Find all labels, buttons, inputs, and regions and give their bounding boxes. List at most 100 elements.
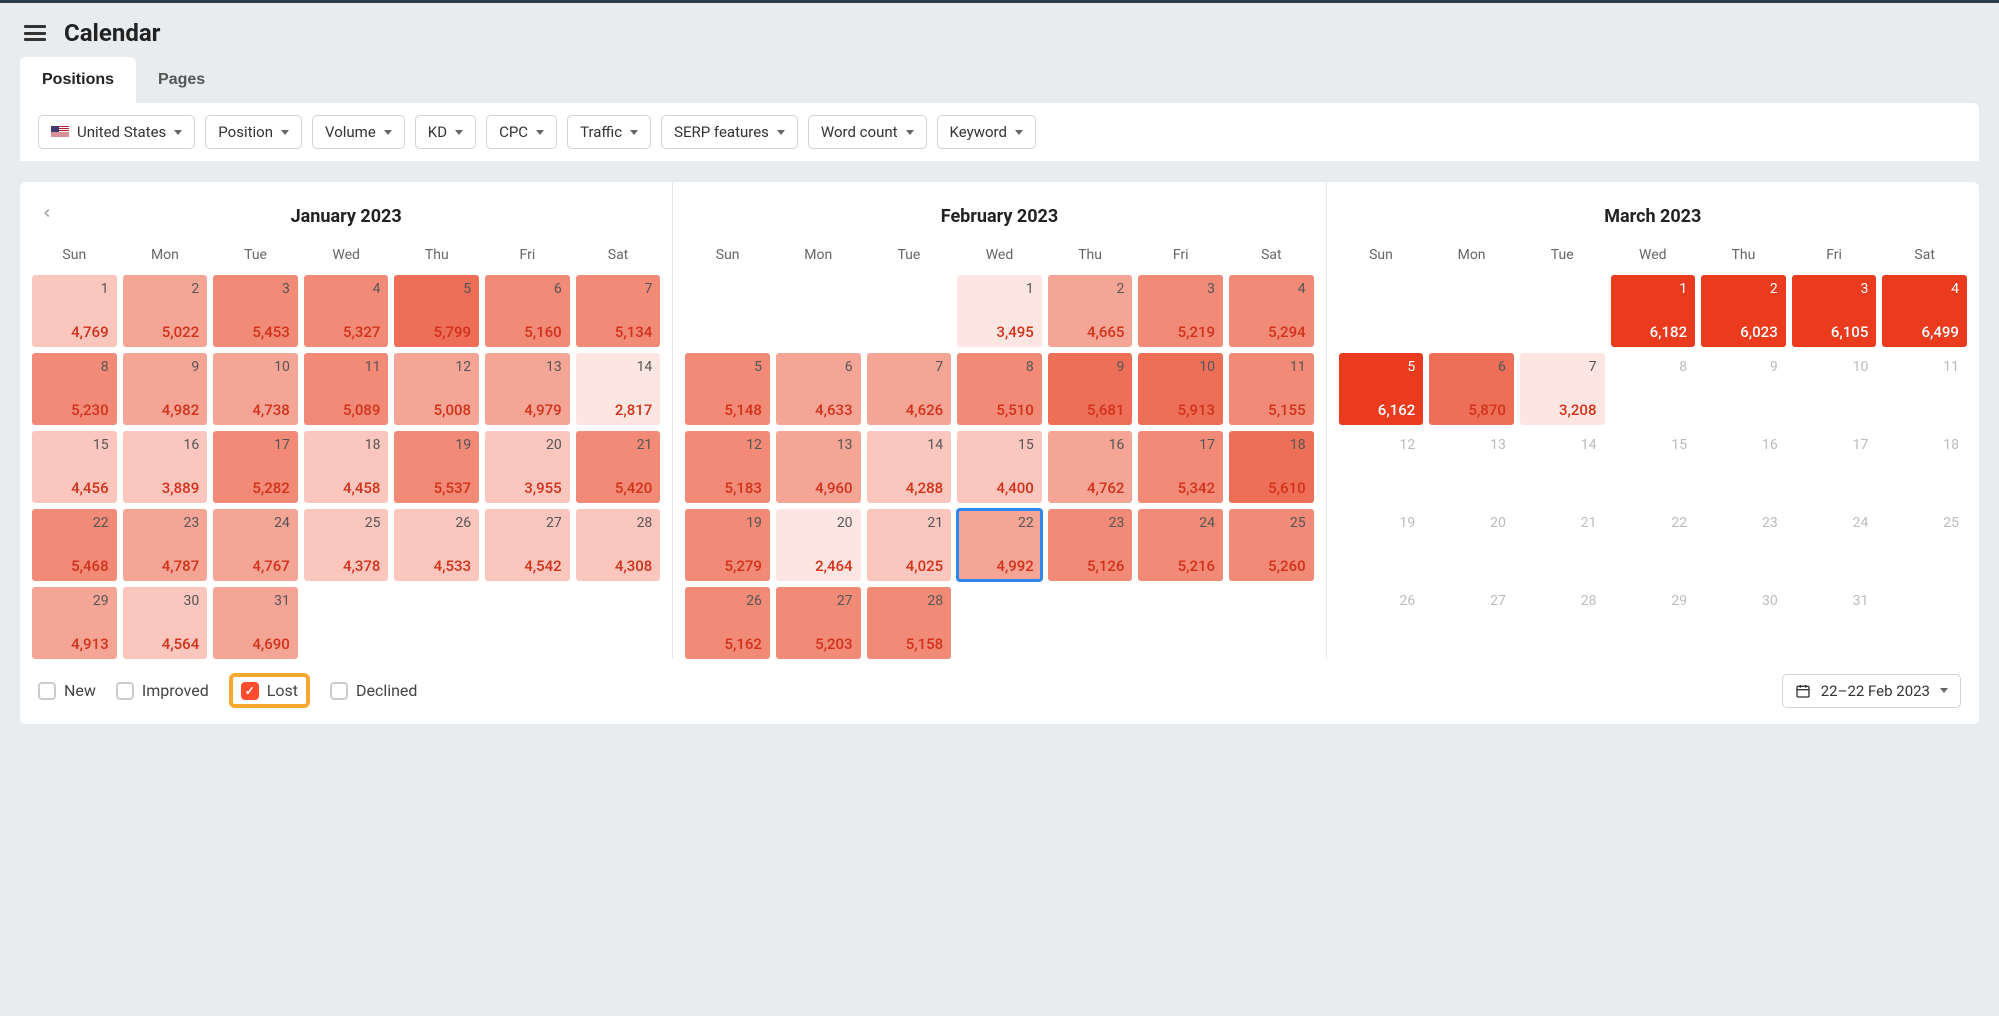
filter-position[interactable]: Position (205, 115, 302, 149)
filter-traffic[interactable]: Traffic (567, 115, 651, 149)
day-value: 4,626 (906, 401, 943, 419)
calendar-cell[interactable]: 265,162 (685, 587, 770, 659)
calendar-cell[interactable]: 45,294 (1229, 275, 1314, 347)
calendar-cell[interactable]: 274,542 (485, 509, 570, 581)
calendar-cell[interactable]: 56,162 (1339, 353, 1424, 425)
calendar-cell[interactable]: 175,282 (213, 431, 298, 503)
calendar-cell[interactable]: 75,134 (576, 275, 661, 347)
filter-country[interactable]: United States (38, 115, 195, 149)
calendar-cell[interactable]: 16,182 (1611, 275, 1696, 347)
calendar-cell[interactable]: 202,464 (776, 509, 861, 581)
calendar-cell[interactable]: 46,499 (1882, 275, 1967, 347)
calendar-cell[interactable]: 125,183 (685, 431, 770, 503)
calendar-cell[interactable]: 45,327 (304, 275, 389, 347)
calendar-cell[interactable]: 65,160 (485, 275, 570, 347)
day-value: 5,420 (615, 479, 652, 497)
calendar-cell[interactable]: 284,308 (576, 509, 661, 581)
calendar-cell[interactable]: 235,126 (1048, 509, 1133, 581)
calendar-cell[interactable]: 26,023 (1701, 275, 1786, 347)
checkbox[interactable] (116, 682, 134, 700)
filter-keyword[interactable]: Keyword (937, 115, 1036, 149)
calendar-cell[interactable]: 105,913 (1138, 353, 1223, 425)
day-number: 4 (1951, 281, 1959, 297)
calendar-cell[interactable]: 245,216 (1138, 509, 1223, 581)
calendar-cell[interactable]: 125,008 (394, 353, 479, 425)
calendar-cell[interactable]: 115,155 (1229, 353, 1314, 425)
calendar-cell[interactable]: 195,537 (394, 431, 479, 503)
filter-label: United States (77, 123, 166, 141)
calendar-cell[interactable]: 85,230 (32, 353, 117, 425)
legend-declined[interactable]: Declined (330, 681, 417, 700)
calendar-cell[interactable]: 64,633 (776, 353, 861, 425)
calendar-cell[interactable]: 275,203 (776, 587, 861, 659)
calendar-cell-empty (1429, 275, 1514, 347)
calendar-cell[interactable]: 74,626 (867, 353, 952, 425)
tab-positions[interactable]: Positions (20, 57, 136, 103)
calendar-cell[interactable]: 13,495 (957, 275, 1042, 347)
calendar-cell[interactable]: 14,769 (32, 275, 117, 347)
calendar-cell[interactable]: 104,738 (213, 353, 298, 425)
calendar-cell[interactable]: 55,148 (685, 353, 770, 425)
calendar-cell[interactable]: 16 4,762 (1048, 431, 1133, 503)
calendar-cell[interactable]: 234,787 (123, 509, 208, 581)
calendar-cell[interactable]: 215,420 (576, 431, 661, 503)
calendar-cell[interactable]: 195,279 (685, 509, 770, 581)
calendar-cell[interactable]: 36,105 (1792, 275, 1877, 347)
calendar-cell[interactable]: 24,665 (1048, 275, 1133, 347)
dow-label: Mon (1429, 243, 1514, 267)
calendar-cell[interactable]: 35,219 (1138, 275, 1223, 347)
calendar-cell[interactable]: 214,025 (867, 509, 952, 581)
menu-icon[interactable] (24, 25, 46, 41)
calendar-cell[interactable]: 154,456 (32, 431, 117, 503)
calendar-cell[interactable]: 25,022 (123, 275, 208, 347)
calendar-cell[interactable]: 264,533 (394, 509, 479, 581)
calendar-cell[interactable]: 144,288 (867, 431, 952, 503)
filter-wordcount[interactable]: Word count (808, 115, 927, 149)
calendar-cell[interactable]: 55,799 (394, 275, 479, 347)
calendar-cell[interactable]: 254,378 (304, 509, 389, 581)
calendar-cell[interactable]: 65,870 (1429, 353, 1514, 425)
calendar-cell[interactable]: 304,564 (123, 587, 208, 659)
legend-improved[interactable]: Improved (116, 681, 209, 700)
calendar-cell[interactable]: 285,158 (867, 587, 952, 659)
calendar-cell[interactable]: 85,510 (957, 353, 1042, 425)
calendar-cell[interactable]: 154,400 (957, 431, 1042, 503)
checkbox[interactable] (241, 682, 259, 700)
date-range-picker[interactable]: 22–22 Feb 2023 (1782, 674, 1961, 708)
day-value: 4,762 (1087, 479, 1124, 497)
filter-kd[interactable]: KD (415, 115, 476, 149)
checkbox[interactable] (38, 682, 56, 700)
dow-label: Fri (1792, 243, 1877, 267)
calendar-cell[interactable]: 203,955 (485, 431, 570, 503)
day-value: 4,913 (71, 635, 108, 653)
calendar-cell[interactable]: 115,089 (304, 353, 389, 425)
filter-serp[interactable]: SERP features (661, 115, 798, 149)
calendar-cell[interactable]: 94,982 (123, 353, 208, 425)
calendar-cell[interactable]: 73,208 (1520, 353, 1605, 425)
legend-lost[interactable]: Lost (229, 673, 310, 708)
calendar-cell[interactable]: 255,260 (1229, 509, 1314, 581)
calendar-icon (1795, 683, 1811, 699)
day-number: 16 (1109, 437, 1125, 453)
filter-cpc[interactable]: CPC (486, 115, 557, 149)
calendar-cell[interactable]: 314,690 (213, 587, 298, 659)
calendar-cell[interactable]: 175,342 (1138, 431, 1223, 503)
calendar-cell[interactable]: 134,979 (485, 353, 570, 425)
calendar-cell[interactable]: 244,767 (213, 509, 298, 581)
calendar-cell[interactable]: 35,453 (213, 275, 298, 347)
calendar-cell[interactable]: 294,913 (32, 587, 117, 659)
day-value: 5,148 (724, 401, 761, 419)
filter-volume[interactable]: Volume (312, 115, 405, 149)
calendar-cell[interactable]: 134,960 (776, 431, 861, 503)
checkbox[interactable] (330, 682, 348, 700)
calendar-cell[interactable]: 224,992 (957, 509, 1042, 581)
legend-new[interactable]: New (38, 681, 96, 700)
tab-pages[interactable]: Pages (136, 57, 227, 103)
calendar-cell[interactable]: 185,610 (1229, 431, 1314, 503)
calendar-cell[interactable]: 163,889 (123, 431, 208, 503)
calendar-cell[interactable]: 184,458 (304, 431, 389, 503)
calendar-cell[interactable]: 225,468 (32, 509, 117, 581)
calendar-cell[interactable]: 142,817 (576, 353, 661, 425)
day-number: 4 (1298, 281, 1306, 297)
calendar-cell[interactable]: 95,681 (1048, 353, 1133, 425)
